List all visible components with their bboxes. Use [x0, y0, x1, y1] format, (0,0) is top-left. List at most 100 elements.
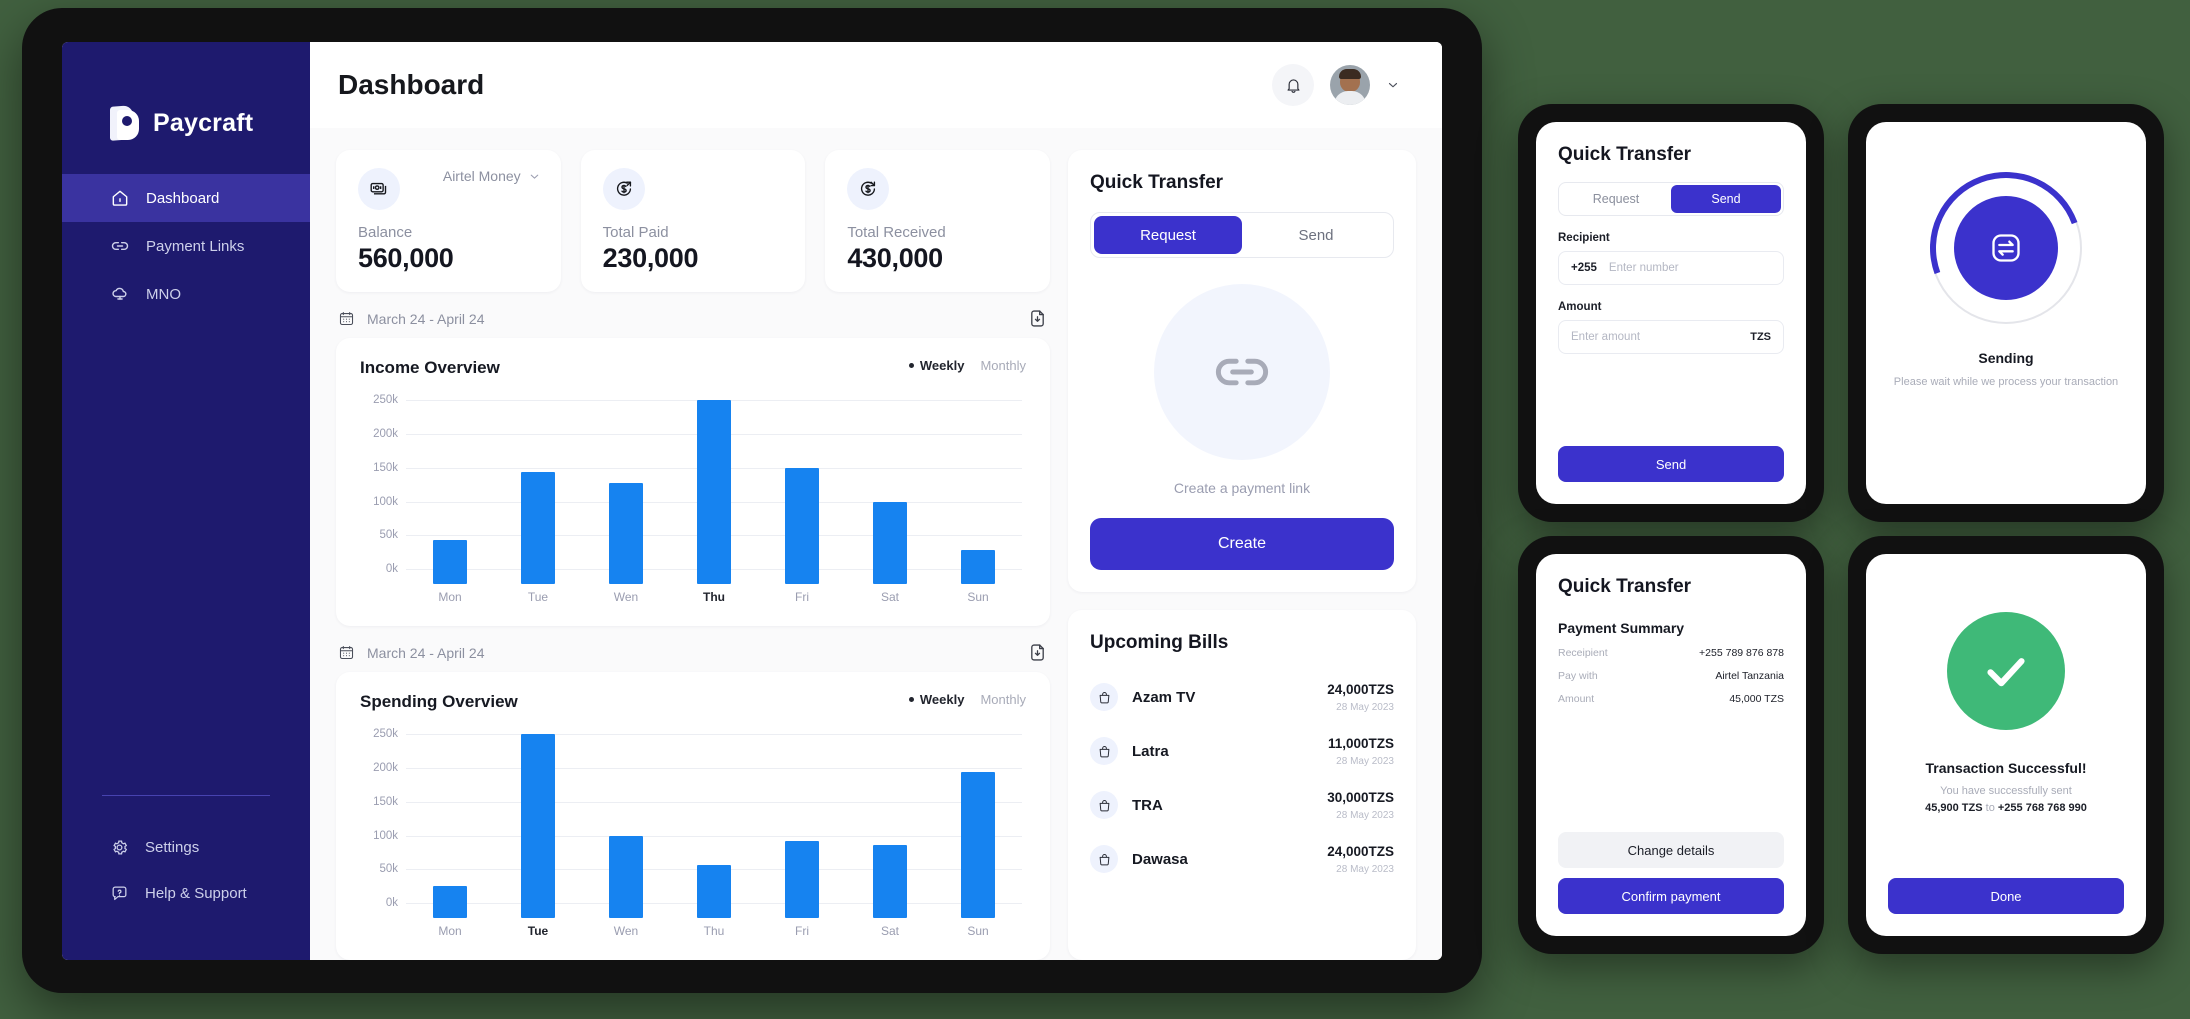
bar[interactable]: [521, 734, 555, 918]
spending-range-row: March 24 - April 24: [338, 642, 1048, 663]
stat-label: Balance: [358, 224, 413, 241]
upcoming-bills-title: Upcoming Bills: [1090, 632, 1229, 653]
sending-spinner: [1905, 147, 2107, 349]
notifications-button[interactable]: [1272, 64, 1314, 106]
chevron-down-icon[interactable]: [1386, 78, 1400, 92]
success-title: Transaction Successful!: [1925, 760, 2087, 776]
sidebar-nav: Dashboard Payment Links MNO: [62, 174, 310, 318]
phone-card-sending: Sending Please wait while we process you…: [1848, 104, 2164, 522]
y-axis-tick: 0k: [385, 563, 398, 576]
income-toggle-weekly[interactable]: Weekly: [909, 358, 965, 373]
phone-send-button[interactable]: Send: [1558, 446, 1784, 482]
phone-tab-send[interactable]: Send: [1671, 185, 1781, 213]
check-icon: [1947, 612, 2065, 730]
amount-label: Amount: [1558, 301, 1602, 313]
x-axis-tick: Tue: [527, 924, 549, 938]
summary-value: Airtel Tanzania: [1715, 670, 1784, 682]
summary-key: Amount: [1558, 693, 1595, 705]
bill-row[interactable]: Dawasa 24,000TZS 28 May 2023: [1090, 832, 1394, 886]
bar[interactable]: [433, 540, 467, 584]
sidebar-bottom-nav: Settings Help & Support: [62, 795, 310, 916]
paycraft-logo-icon: [110, 105, 140, 141]
spending-toggle-monthly[interactable]: Monthly: [980, 692, 1026, 707]
bar[interactable]: [961, 771, 995, 918]
amount-field[interactable]: TZS: [1558, 320, 1784, 354]
bar[interactable]: [433, 886, 467, 918]
bill-meta: 11,000TZS 28 May 2023: [1328, 735, 1394, 767]
bag-icon: [1090, 845, 1118, 873]
stat-value: 560,000: [358, 243, 454, 273]
stat-value: 430,000: [847, 243, 943, 273]
done-button[interactable]: Done: [1888, 878, 2124, 914]
mno-select[interactable]: Airtel Money: [443, 168, 541, 184]
summary-row-recipient: Receipient +255 789 876 878: [1558, 647, 1784, 659]
bill-amount: 30,000TZS: [1327, 790, 1394, 805]
phone-send-tabs: Request Send: [1558, 182, 1784, 216]
link-icon: [110, 236, 130, 256]
upcoming-bills-panel: Upcoming Bills Azam TV 24,000TZS 28 May 20…: [1068, 610, 1416, 960]
bag-icon: [1090, 791, 1118, 819]
stat-value: 230,000: [602, 243, 699, 273]
currency-label: TZS: [1750, 331, 1771, 343]
bill-meta: 24,000TZS 28 May 2023: [1327, 681, 1394, 713]
home-icon: [110, 188, 130, 208]
bill-row[interactable]: TRA 30,000TZS 28 May 2023: [1090, 778, 1394, 832]
bill-name: Dawasa: [1132, 850, 1188, 868]
income-y-axis: 250k 200k 150k 100k 50k 0k: [360, 392, 406, 584]
recipient-input[interactable]: [1608, 262, 1771, 274]
income-toggle-monthly[interactable]: Monthly: [980, 358, 1026, 373]
bill-date: 28 May 2023: [1336, 864, 1394, 875]
sidebar-item-help-support[interactable]: Help & Support: [62, 870, 310, 916]
bar[interactable]: [697, 864, 731, 918]
tab-send[interactable]: Send: [1242, 216, 1390, 254]
bill-row[interactable]: Latra 11,000TZS 28 May 2023: [1090, 724, 1394, 778]
x-axis-tick: Fri: [795, 590, 809, 604]
phone-card-payment-summary: Quick Transfer Payment Summary Receipien…: [1518, 536, 1824, 954]
desktop-app-window: Paycraft Dashboard Payment Links MNO Set…: [62, 42, 1442, 960]
bar-column: [934, 726, 1022, 918]
sidebar-item-mno[interactable]: MNO: [62, 270, 310, 318]
file-download-icon[interactable]: [1027, 642, 1048, 663]
bar[interactable]: [873, 501, 907, 584]
spending-date-range: March 24 - April 24: [367, 644, 485, 661]
income-plot: 250k 200k 150k 100k 50k 0k Mon Tue Wen Thu Fri Sat…: [360, 392, 1026, 610]
payment-link-caption: Create a payment link: [1173, 480, 1311, 496]
sidebar-item-dashboard[interactable]: Dashboard: [62, 174, 310, 222]
sidebar-item-settings[interactable]: Settings: [62, 824, 310, 870]
bill-date: 28 May 2023: [1336, 810, 1394, 821]
x-axis-tick: Sun: [967, 924, 989, 938]
bell-icon: [1284, 76, 1303, 95]
spending-toggle-weekly[interactable]: Weekly: [909, 692, 965, 707]
recipient-label: Recipient: [1558, 232, 1610, 244]
stat-label: Total Received: [847, 224, 946, 241]
bar[interactable]: [609, 482, 643, 584]
y-axis-tick: 50k: [379, 529, 398, 542]
bar[interactable]: [609, 836, 643, 918]
summary-key: Receipient: [1558, 647, 1608, 659]
tab-request[interactable]: Request: [1094, 216, 1242, 254]
bar[interactable]: [961, 550, 995, 584]
right-column: Quick Transfer Request Send Create a pay…: [1068, 150, 1416, 960]
confirm-payment-button[interactable]: Confirm payment: [1558, 878, 1784, 914]
bar[interactable]: [521, 472, 555, 584]
bar[interactable]: [697, 400, 731, 584]
phone-tab-request[interactable]: Request: [1561, 185, 1671, 213]
recipient-field[interactable]: +255: [1558, 251, 1784, 285]
stat-cards: Airtel Money Balance 560,000 Total Paid …: [336, 150, 1051, 292]
x-axis-tick: Sat: [880, 590, 899, 604]
stat-card-total-received: Total Received 430,000: [825, 150, 1051, 292]
bar[interactable]: [873, 845, 907, 918]
bar[interactable]: [785, 840, 819, 918]
bar[interactable]: [785, 467, 819, 584]
sidebar-item-label: Payment Links: [146, 237, 245, 255]
bar-column: [494, 392, 582, 584]
bill-row[interactable]: Azam TV 24,000TZS 28 May 2023: [1090, 670, 1394, 724]
avatar[interactable]: [1330, 65, 1370, 105]
amount-input[interactable]: [1571, 331, 1739, 343]
change-details-button[interactable]: Change details: [1558, 832, 1784, 868]
create-button[interactable]: Create: [1090, 518, 1394, 570]
file-download-icon[interactable]: [1027, 308, 1048, 329]
desktop-device-frame: Paycraft Dashboard Payment Links MNO Set…: [22, 8, 1482, 993]
bar-column: [758, 392, 846, 584]
sidebar-item-payment-links[interactable]: Payment Links: [62, 222, 310, 270]
